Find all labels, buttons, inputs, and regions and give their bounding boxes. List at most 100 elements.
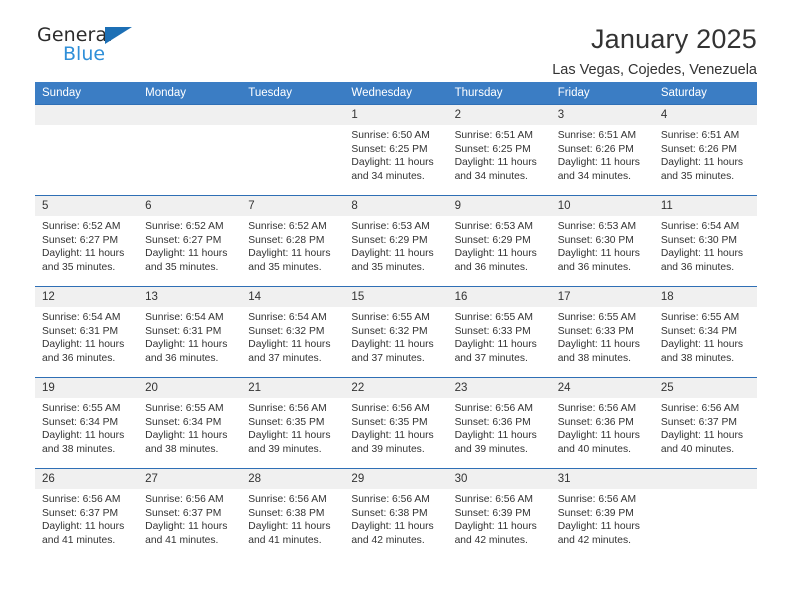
day-number: 6 [138,196,242,216]
calendar-day-cell[interactable]: 29 Sunrise: 6:56 AM Sunset: 6:38 PM Dayligh… [344,468,448,559]
day-detail-line: Daylight: 11 hours [42,339,125,351]
day-number: 26 [35,469,139,489]
day-details: Sunrise: 6:54 AM Sunset: 6:32 PM Daylight:… [241,307,344,365]
weekday-header-cell: Tuesday [241,82,345,105]
calendar-day-cell[interactable]: 8 Sunrise: 6:53 AM Sunset: 6:29 PM Daylight… [344,195,448,287]
weekday-header-cell: Thursday [447,82,551,105]
day-details: Sunrise: 6:56 AM Sunset: 6:36 PM Daylight:… [551,398,654,456]
day-detail-line: Sunrise: 6:51 AM [454,130,533,141]
day-number: 20 [138,378,242,398]
day-detail-line: Daylight: 11 hours [42,248,125,260]
day-details: Sunrise: 6:56 AM Sunset: 6:39 PM Daylight:… [448,489,551,547]
weekday-header-cell: Wednesday [344,82,448,105]
day-detail-line: and 41 minutes. [145,534,219,546]
day-detail-line: Daylight: 11 hours [351,248,434,260]
calendar-day-cell[interactable]: 4 Sunrise: 6:51 AM Sunset: 6:26 PM Daylight… [653,104,757,196]
calendar-day-cell[interactable]: 6 Sunrise: 6:52 AM Sunset: 6:27 PM Daylight… [138,195,242,287]
day-detail-line: Sunset: 6:32 PM [351,325,428,337]
day-detail-line: and 39 minutes. [454,443,528,455]
calendar-day-cell[interactable]: 14 Sunrise: 6:54 AM Sunset: 6:32 PM Dayligh… [241,286,345,378]
calendar-day-cell[interactable]: 10 Sunrise: 6:53 AM Sunset: 6:30 PM Dayligh… [550,195,654,287]
calendar-day-cell[interactable]: 22 Sunrise: 6:56 AM Sunset: 6:35 PM Dayligh… [344,377,448,469]
weekday-header-cell: Monday [138,82,242,105]
day-details: Sunrise: 6:56 AM Sunset: 6:38 PM Daylight:… [344,489,447,547]
day-number: 21 [241,378,345,398]
day-detail-line: Sunset: 6:31 PM [145,325,222,337]
day-number: 31 [550,469,654,489]
day-number: 5 [35,196,139,216]
calendar-day-cell[interactable]: 11 Sunrise: 6:54 AM Sunset: 6:30 PM Dayligh… [653,195,757,287]
day-detail-line: and 40 minutes. [660,443,735,455]
calendar-day-cell[interactable]: 19 Sunrise: 6:55 AM Sunset: 6:34 PM Dayligh… [35,377,139,469]
day-number: 17 [550,287,654,307]
calendar-day-cell[interactable]: 9 Sunrise: 6:53 AM Sunset: 6:29 PM Daylight… [447,195,551,287]
day-detail-line: Sunset: 6:25 PM [454,143,531,155]
day-detail-line: Daylight: 11 hours [557,339,640,351]
day-detail-line: Sunrise: 6:55 AM [42,403,121,414]
day-details: Sunrise: 6:55 AM Sunset: 6:32 PM Daylight:… [344,307,447,365]
day-detail-line: and 42 minutes. [454,534,528,546]
calendar-header-row: Sunday Monday Tuesday Wednesday Thursday Frid… [35,82,757,105]
day-detail-line: Sunrise: 6:53 AM [557,221,637,232]
calendar-day-cell[interactable]: 17 Sunrise: 6:55 AM Sunset: 6:33 PM Dayligh… [550,286,654,378]
day-detail-line: Sunrise: 6:56 AM [454,494,533,505]
day-number [241,105,345,125]
day-detail-line: Daylight: 11 hours [145,339,228,351]
calendar-day-cell[interactable]: 27 Sunrise: 6:56 AM Sunset: 6:37 PM Dayligh… [138,468,242,559]
calendar-day-cell[interactable]: 18 Sunrise: 6:55 AM Sunset: 6:34 PM Dayligh… [653,286,757,378]
calendar-day-cell[interactable]: 25 Sunrise: 6:56 AM Sunset: 6:37 PM Dayligh… [653,377,757,469]
day-details: Sunrise: 6:56 AM Sunset: 6:35 PM Daylight:… [344,398,447,456]
day-number: 29 [344,469,448,489]
day-detail-line: Sunrise: 6:55 AM [351,312,430,323]
day-details: Sunrise: 6:53 AM Sunset: 6:29 PM Daylight:… [448,216,551,274]
calendar-day-cell[interactable]: 12 Sunrise: 6:54 AM Sunset: 6:31 PM Dayligh… [35,286,139,378]
day-detail-line: and 35 minutes. [660,170,735,182]
day-number: 22 [344,378,448,398]
calendar-day-cell[interactable]: 26 Sunrise: 6:56 AM Sunset: 6:37 PM Dayligh… [35,468,139,559]
calendar-day-cell[interactable]: 5 Sunrise: 6:52 AM Sunset: 6:27 PM Daylight… [35,195,139,287]
day-details: Sunrise: 6:56 AM Sunset: 6:37 PM Daylight:… [138,489,241,547]
calendar-day-cell[interactable]: 13 Sunrise: 6:54 AM Sunset: 6:31 PM Dayligh… [138,286,242,378]
day-detail-line: Sunset: 6:37 PM [660,416,737,428]
day-detail-line: Sunrise: 6:55 AM [660,312,740,323]
day-detail-line: Daylight: 11 hours [248,521,331,533]
day-details: Sunrise: 6:56 AM Sunset: 6:37 PM Daylight:… [35,489,138,547]
day-details [138,125,241,129]
calendar-day-cell[interactable]: 28 Sunrise: 6:56 AM Sunset: 6:38 PM Dayligh… [241,468,345,559]
day-detail-line: Sunrise: 6:52 AM [248,221,327,232]
calendar-week-row: 5 Sunrise: 6:52 AM Sunset: 6:27 PM Daylight… [35,195,757,287]
calendar-day-cell[interactable]: 15 Sunrise: 6:55 AM Sunset: 6:32 PM Dayligh… [344,286,448,378]
calendar-page: General Blue January 2025 Las Vegas, Coj… [0,0,792,612]
calendar-day-cell[interactable]: 2 Sunrise: 6:51 AM Sunset: 6:25 PM Daylight… [447,104,551,196]
day-detail-line: Sunrise: 6:56 AM [351,494,430,505]
day-detail-line: and 36 minutes. [557,261,631,273]
day-details: Sunrise: 6:54 AM Sunset: 6:31 PM Daylight:… [138,307,241,365]
day-detail-line: and 37 minutes. [454,352,528,364]
day-detail-line: Sunset: 6:34 PM [145,416,222,428]
day-number [653,469,757,489]
calendar-day-cell[interactable]: 31 Sunrise: 6:56 AM Sunset: 6:39 PM Dayligh… [550,468,654,559]
day-detail-line: and 39 minutes. [248,443,322,455]
day-number: 24 [550,378,654,398]
day-detail-line: Sunset: 6:27 PM [145,234,222,246]
day-number [35,105,139,125]
calendar-day-cell[interactable]: 21 Sunrise: 6:56 AM Sunset: 6:35 PM Dayligh… [241,377,345,469]
calendar-empty-cell [138,104,242,196]
day-number: 30 [447,469,551,489]
day-detail-line: Daylight: 11 hours [454,248,537,260]
calendar-day-cell[interactable]: 7 Sunrise: 6:52 AM Sunset: 6:28 PM Daylight… [241,195,345,287]
calendar-day-cell[interactable]: 30 Sunrise: 6:56 AM Sunset: 6:39 PM Dayligh… [447,468,551,559]
day-detail-line: Daylight: 11 hours [557,521,640,533]
calendar-day-cell[interactable]: 20 Sunrise: 6:55 AM Sunset: 6:34 PM Dayligh… [138,377,242,469]
day-detail-line: Sunrise: 6:54 AM [145,312,224,323]
calendar-week-row: 12 Sunrise: 6:54 AM Sunset: 6:31 PM Dayligh… [35,286,757,378]
brand-logo[interactable]: General Blue [37,24,167,70]
calendar-day-cell[interactable]: 23 Sunrise: 6:56 AM Sunset: 6:36 PM Dayligh… [447,377,551,469]
calendar-day-cell[interactable]: 24 Sunrise: 6:56 AM Sunset: 6:36 PM Dayligh… [550,377,654,469]
day-detail-line: Daylight: 11 hours [145,430,228,442]
calendar-day-cell[interactable]: 16 Sunrise: 6:55 AM Sunset: 6:33 PM Dayligh… [447,286,551,378]
calendar-day-cell[interactable]: 1 Sunrise: 6:50 AM Sunset: 6:25 PM Daylight… [344,104,448,196]
calendar-day-cell[interactable]: 3 Sunrise: 6:51 AM Sunset: 6:26 PM Daylight… [550,104,654,196]
day-detail-line: Daylight: 11 hours [42,430,125,442]
day-number: 13 [138,287,242,307]
